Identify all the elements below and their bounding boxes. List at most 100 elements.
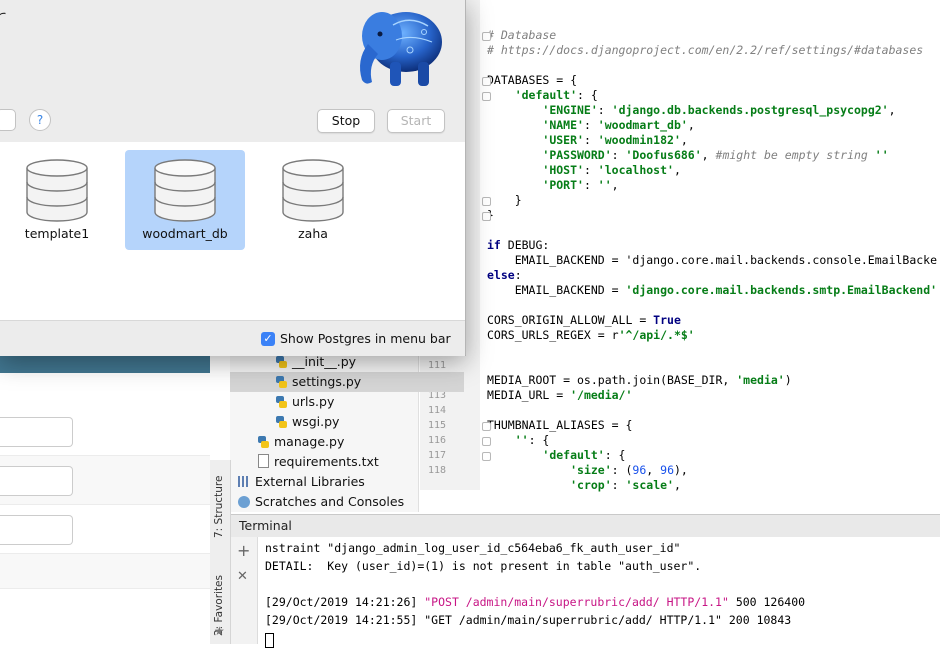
code-line: THUMBNAIL_ALIASES = {	[487, 418, 633, 432]
python-file-icon	[276, 376, 287, 388]
form-row	[0, 407, 210, 456]
terminal-toolbar: + ✕	[231, 537, 258, 644]
toolbar-button-partial[interactable]	[0, 109, 16, 131]
code-line: DATABASES = {	[487, 73, 578, 87]
line-number: 114	[427, 405, 446, 416]
code-line: 'NAME': 'woodmart_db',	[542, 118, 695, 132]
structure-tab[interactable]: 7: Structure	[213, 476, 225, 538]
line-number: 118	[427, 465, 446, 476]
code-line: # https://docs.djangoproject.com/en/2.2/…	[487, 43, 924, 57]
tree-item-label: External Libraries	[255, 474, 365, 489]
code-line: CORS_URLS_REGEX = r'^/api/.*$'	[487, 328, 695, 342]
code-line: 'size': (96, 96),	[570, 463, 688, 477]
form-row	[0, 554, 210, 589]
code-line: 'default': {	[542, 448, 626, 462]
code-line: MEDIA_ROOT = os.path.join(BASE_DIR, 'med…	[487, 373, 792, 387]
tree-item-label: manage.py	[274, 434, 345, 449]
terminal-cursor	[265, 633, 274, 648]
code-editor[interactable]: 110111112113114115116117118 # Database# …	[420, 0, 940, 492]
tree-item-label: requirements.txt	[274, 454, 379, 469]
terminal-title: Terminal	[239, 518, 292, 533]
code-line: 'HOST': 'localhost',	[542, 163, 681, 177]
log-timestamp: [29/Oct/2019 14:21:26]	[265, 595, 425, 609]
form-row	[0, 505, 210, 554]
fold-marker-icon[interactable]	[482, 422, 491, 431]
database-icon	[26, 159, 88, 222]
library-icon	[238, 476, 250, 487]
line-number: 116	[427, 435, 446, 446]
form-input[interactable]	[0, 417, 73, 447]
code-line: CORS_ORIGIN_ALLOW_ALL = True	[487, 313, 681, 327]
fold-marker-icon[interactable]	[482, 452, 491, 461]
show-in-menu-bar-checkbox[interactable]: ✓	[261, 332, 275, 346]
terminal-output[interactable]: nstraint "django_admin_log_user_id_c564e…	[258, 537, 940, 648]
terminal-line: [29/Oct/2019 14:21:55] "GET /admin/main/…	[265, 613, 792, 627]
scratch-icon	[238, 496, 250, 508]
project-tree[interactable]: __init__.py settings.py urls.py wsgi.py mana…	[230, 350, 464, 512]
text-file-icon	[258, 454, 269, 468]
code-line: if DEBUG:	[487, 238, 550, 252]
form-input[interactable]	[0, 466, 73, 496]
code-line: else:	[487, 268, 522, 282]
show-in-menu-bar-label: Show Postgres in menu bar	[280, 331, 451, 346]
star-icon: ★	[214, 624, 225, 638]
fold-marker-icon[interactable]	[482, 32, 491, 41]
line-number: 117	[427, 450, 446, 461]
admin-background-window	[0, 355, 210, 644]
code-line: '': {	[514, 433, 550, 447]
terminal-header: Terminal	[231, 514, 940, 538]
postgres-app-window: r ? Stop Start template1woodmart_dbzaha …	[0, 0, 466, 356]
line-number: 111	[427, 360, 446, 371]
form-row	[0, 456, 210, 505]
new-session-icon[interactable]: +	[237, 543, 250, 559]
server-name-fragment: r	[0, 2, 6, 35]
code-line: MEDIA_URL = '/media/'	[487, 388, 633, 402]
start-button[interactable]: Start	[387, 109, 445, 133]
code-line: 'crop': 'scale',	[570, 478, 681, 492]
python-file-icon	[258, 436, 269, 448]
form-input[interactable]	[0, 515, 73, 545]
stop-button[interactable]: Stop	[317, 109, 375, 133]
close-session-icon[interactable]: ✕	[237, 569, 248, 585]
tree-item[interactable]: wsgi.py	[230, 412, 339, 432]
postgres-elephant-icon	[360, 12, 442, 86]
tree-item[interactable]: manage.py	[230, 432, 344, 452]
python-file-icon	[276, 416, 287, 428]
tree-item-label: __init__.py	[292, 354, 357, 369]
terminal-line: nstraint "django_admin_log_user_id_c564e…	[265, 541, 681, 555]
database-item[interactable]: woodmart_db	[125, 150, 245, 250]
code-line: }	[487, 193, 522, 207]
help-button[interactable]: ?	[29, 109, 51, 131]
code-line: EMAIL_BACKEND = 'django.core.mail.backen…	[487, 253, 938, 267]
tree-item[interactable]: settings.py	[230, 372, 464, 392]
database-icon	[282, 159, 344, 222]
code-line: 'PASSWORD': 'Doofus686', #might be empty…	[542, 148, 889, 162]
tree-item-label: Scratches and Consoles	[255, 494, 405, 509]
terminal-line: [29/Oct/2019 14:21:26] "POST /admin/main…	[265, 595, 805, 610]
tree-item[interactable]: External Libraries	[230, 472, 365, 492]
tree-item-label: wsgi.py	[292, 414, 340, 429]
log-request-error: "POST /admin/main/superrubric/add/ HTTP/…	[424, 595, 729, 609]
database-item[interactable]: template1	[0, 150, 117, 250]
admin-header-bar	[0, 355, 210, 373]
database-name: template1	[24, 226, 90, 241]
fold-marker-icon[interactable]	[482, 197, 491, 206]
fold-marker-icon[interactable]	[482, 212, 491, 221]
tree-item-label: settings.py	[292, 374, 362, 389]
fold-marker-icon[interactable]	[482, 437, 491, 446]
code-line: 'PORT': '',	[542, 178, 619, 192]
line-number: 115	[427, 420, 446, 431]
tree-item[interactable]: Scratches and Consoles	[230, 492, 404, 512]
database-name: zaha	[298, 226, 328, 241]
code-line: EMAIL_BACKEND = 'django.core.mail.backen…	[487, 283, 938, 297]
tree-item[interactable]: requirements.txt	[230, 452, 379, 472]
tree-item[interactable]: urls.py	[230, 392, 334, 412]
code-line: 'ENGINE': 'django.db.backends.postgresql…	[542, 103, 896, 117]
fold-marker-icon[interactable]	[482, 92, 491, 101]
code-line: 'USER': 'woodmin182',	[542, 133, 688, 147]
fold-marker-icon[interactable]	[482, 77, 491, 86]
tree-item-label: urls.py	[292, 394, 335, 409]
window-footer: ✓ Show Postgres in menu bar	[0, 320, 465, 356]
database-item[interactable]: zaha	[253, 150, 373, 250]
python-file-icon	[276, 356, 287, 368]
